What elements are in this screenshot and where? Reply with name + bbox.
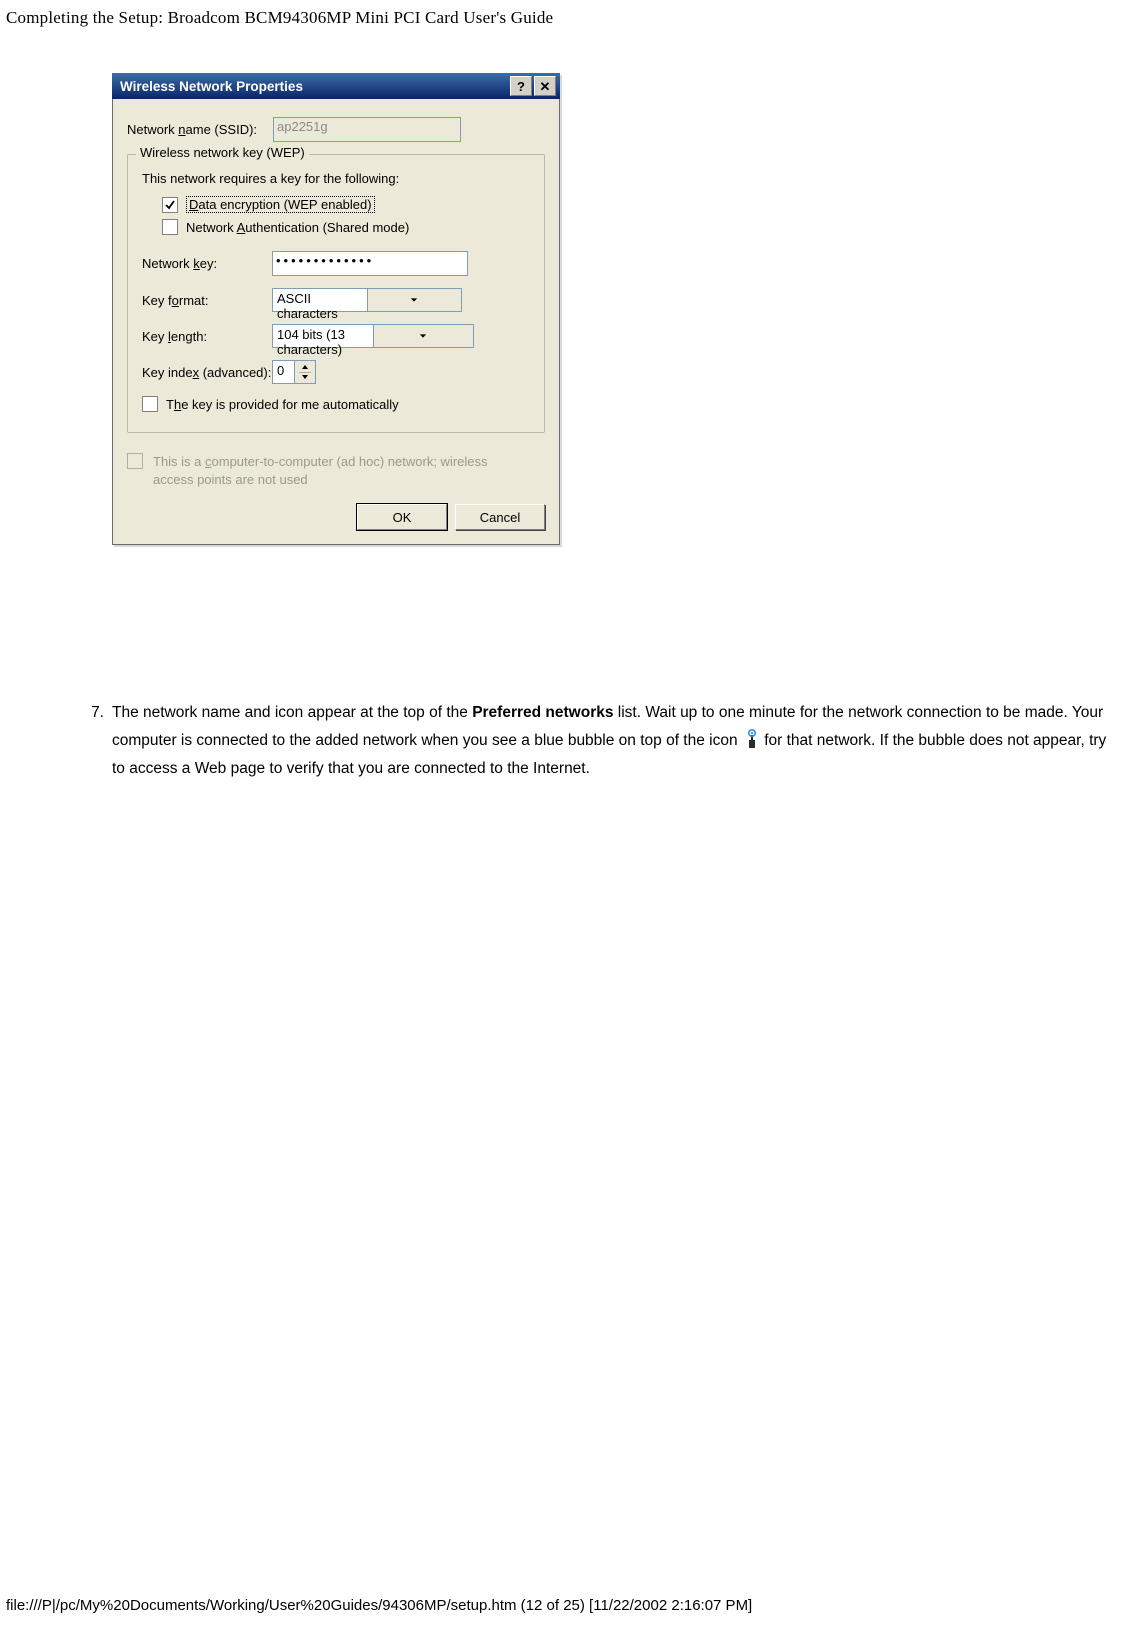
autokey-label: The key is provided for me automatically: [166, 397, 399, 412]
step-number: 7.: [78, 699, 104, 727]
wep-legend: Wireless network key (WEP): [136, 145, 309, 160]
key-label: Network key:: [142, 256, 272, 271]
index-row: Key index (advanced): 0: [142, 360, 530, 384]
format-row: Key format: ASCII characters: [142, 288, 530, 312]
adhoc-checkbox: [127, 453, 143, 469]
close-icon: ✕: [540, 80, 551, 93]
dialog-titlebar: Wireless Network Properties ? ✕: [112, 73, 560, 99]
encrypt-label: Data encryption (WEP enabled): [186, 196, 375, 213]
wireless-bubble-icon: [744, 729, 760, 749]
length-label: Key length:: [142, 329, 272, 344]
autokey-checkbox[interactable]: [142, 396, 158, 412]
key-input[interactable]: •••••••••••••: [272, 251, 468, 276]
adhoc-label: This is a computer-to-computer (ad hoc) …: [153, 453, 513, 488]
button-row: OK Cancel: [127, 504, 545, 530]
cancel-button[interactable]: Cancel: [455, 504, 545, 530]
spinner-up-icon[interactable]: [299, 363, 312, 373]
autokey-row: The key is provided for me automatically: [142, 396, 530, 412]
wep-intro: This network requires a key for the foll…: [142, 171, 530, 186]
length-value: 104 bits (13 characters): [273, 325, 373, 347]
page-header: Completing the Setup: Broadcom BCM94306M…: [6, 8, 553, 28]
ssid-label: Network name (SSID):: [127, 122, 273, 137]
step-text: The network name and icon appear at the …: [112, 699, 1120, 783]
format-label: Key format:: [142, 293, 272, 308]
ok-button[interactable]: OK: [357, 504, 447, 530]
format-value: ASCII characters: [273, 289, 367, 311]
index-spinner[interactable]: 0: [272, 360, 316, 384]
wep-fieldset: Wireless network key (WEP) This network …: [127, 154, 545, 433]
spinner-down-icon[interactable]: [299, 373, 312, 382]
format-select[interactable]: ASCII characters: [272, 288, 462, 312]
auth-label: Network Authentication (Shared mode): [186, 220, 409, 235]
index-label: Key index (advanced):: [142, 365, 272, 380]
chevron-down-icon: [373, 325, 474, 347]
length-select[interactable]: 104 bits (13 characters): [272, 324, 474, 348]
auth-checkbox[interactable]: [162, 219, 178, 235]
chevron-down-icon: [367, 289, 462, 311]
adhoc-row: This is a computer-to-computer (ad hoc) …: [127, 453, 545, 488]
auth-row: Network Authentication (Shared mode): [162, 219, 530, 235]
index-value: 0: [273, 361, 294, 383]
ssid-row: Network name (SSID): ap2251g: [127, 117, 545, 142]
length-row: Key length: 104 bits (13 characters): [142, 324, 530, 348]
ssid-input[interactable]: ap2251g: [273, 117, 461, 142]
wireless-properties-dialog: Wireless Network Properties ? ✕ Network …: [112, 73, 560, 545]
help-button[interactable]: ?: [510, 76, 532, 96]
page-footer: file:///P|/pc/My%20Documents/Working/Use…: [6, 1597, 752, 1614]
close-button[interactable]: ✕: [534, 76, 556, 96]
instruction-step: 7. The network name and icon appear at t…: [78, 699, 1120, 783]
dialog-body: Network name (SSID): ap2251g Wireless ne…: [112, 99, 560, 545]
encrypt-checkbox[interactable]: [162, 197, 178, 213]
key-row: Network key: •••••••••••••: [142, 251, 530, 276]
encrypt-row: Data encryption (WEP enabled): [162, 196, 530, 213]
dialog-title: Wireless Network Properties: [120, 79, 303, 94]
